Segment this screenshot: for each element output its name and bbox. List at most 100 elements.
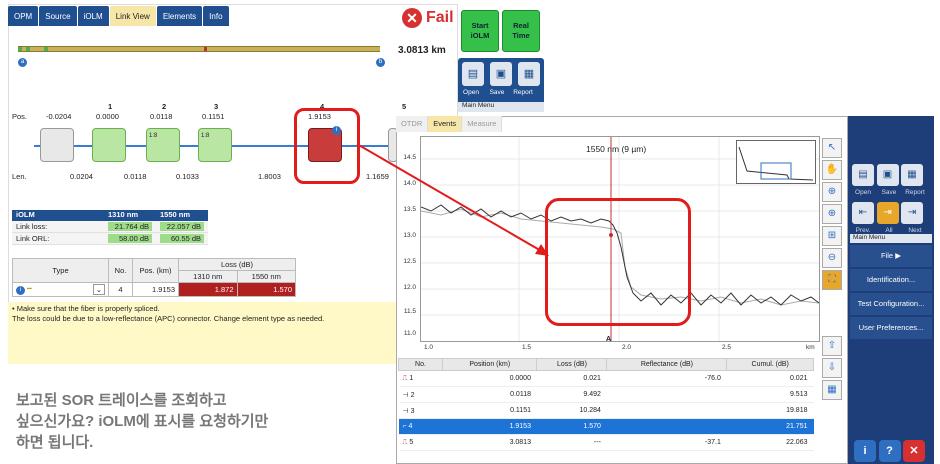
report-icon[interactable]: ▦	[901, 164, 924, 186]
segment-2	[44, 47, 48, 51]
arrow-down-icon[interactable]: ⇩	[822, 358, 842, 378]
menu-file[interactable]: File ▶	[850, 245, 932, 267]
pos-label: Pos.	[12, 112, 28, 121]
marker-a-icon[interactable]: a	[18, 58, 27, 67]
all-label: All	[885, 227, 893, 234]
link-orl-1550: 60.55 dB	[160, 234, 204, 243]
highlight-trace-drop	[545, 198, 691, 326]
launch-event-icon: ⎍	[402, 374, 408, 382]
table-row[interactable]: i ━ ⌄ 4 1.9153 1.872 1.570	[12, 282, 296, 297]
tab-events[interactable]: Events	[428, 116, 463, 132]
tab-elements[interactable]: Elements	[156, 6, 203, 26]
row-no-value: 3	[410, 407, 415, 415]
prev-label: Prev.	[855, 227, 871, 234]
real-time-button[interactable]: Real Time	[502, 10, 540, 52]
segment-fail	[204, 47, 207, 51]
fail-status-text: Fail	[426, 9, 454, 26]
col-pos: Pos. (km)	[132, 258, 179, 283]
row-loss-1550: 1.570	[236, 282, 296, 297]
main-menu-header[interactable]: Main Menu	[850, 234, 932, 243]
link-overview-bar[interactable]	[18, 46, 380, 52]
thumbnail-svg	[738, 146, 814, 181]
chevron-down-icon[interactable]: ⌄	[92, 284, 105, 295]
menu-identification[interactable]: Identification...	[850, 269, 932, 291]
element-splitter-2[interactable]: 1:8	[146, 128, 180, 162]
all-events-icon[interactable]: ⇥	[876, 202, 899, 224]
row-cumul: 9.513	[726, 386, 814, 403]
graph-tools: ↖ ✋ ⊕ ⊕ ⊞ ⊖ ⛶	[822, 138, 844, 292]
splitter-event-icon: ⊣	[402, 407, 409, 415]
splitter-ratio-label: 1:8	[149, 133, 158, 139]
nav-buttons: ⇤ ⇥ ⇥	[848, 196, 934, 224]
save-disk-icon[interactable]: ▣	[876, 164, 899, 186]
table-row[interactable]: ⎍ 5 3.0813 --- -37.1 22.063	[398, 434, 814, 451]
element-splitter-3[interactable]: 1:8	[198, 128, 232, 162]
info-icon[interactable]: i	[854, 440, 876, 462]
tab-source[interactable]: Source	[39, 6, 77, 26]
row-no: ⊣ 2	[398, 386, 443, 403]
next-event-icon[interactable]: ⇥	[901, 202, 924, 224]
table-settings-icon[interactable]: ▦	[822, 380, 842, 400]
element-type-select[interactable]: i ━ ⌄	[12, 282, 109, 297]
start-iolm-button[interactable]: Start iOLM	[461, 10, 499, 52]
row-cumul: 21.751	[726, 418, 814, 435]
prev-event-icon[interactable]: ⇤	[852, 202, 874, 224]
row-cumul: 0.021	[726, 370, 814, 387]
open-folder-icon[interactable]: ▤	[852, 164, 874, 186]
highlight-failed-element	[294, 108, 360, 184]
zoom-fit-icon[interactable]: ⊕	[822, 182, 842, 202]
col-loss-1310: 1310 nm	[178, 270, 238, 283]
trace-overview-thumbnail[interactable]	[736, 140, 816, 184]
zoom-out-icon[interactable]: ⊖	[822, 248, 842, 268]
zoom-in-area-icon[interactable]: ⊞	[822, 226, 842, 246]
report-icon[interactable]: ▦	[518, 62, 540, 86]
tab-link-view[interactable]: Link View	[109, 6, 156, 26]
close-icon[interactable]: ✕	[903, 440, 926, 462]
caption-line-2: 싶으신가요? iOLM에 표시를 요청하기만	[16, 413, 269, 430]
index-5: 5	[402, 102, 407, 111]
tab-otdr[interactable]: OTDR	[396, 116, 429, 132]
table-row[interactable]: ⊣ 3 0.1151 10.284 19.818	[398, 402, 814, 419]
full-view-icon[interactable]: ⛶	[822, 270, 842, 290]
pointer-icon[interactable]: ↖	[822, 138, 842, 158]
report-label: Report	[513, 89, 533, 96]
col-reflectance: Reflectance (dB)	[606, 358, 728, 371]
main-menu-header[interactable]: Main Menu	[458, 102, 544, 112]
y-tick: 12.0	[403, 284, 416, 291]
open-folder-icon[interactable]: ▤	[462, 62, 484, 86]
marker-b-icon[interactable]: b	[376, 58, 385, 67]
x-tick: 2.0	[622, 344, 632, 351]
help-icon[interactable]: ?	[878, 440, 901, 462]
splitter-ratio-label: 1:8	[201, 133, 210, 139]
x-tick: 1.5	[522, 344, 532, 351]
pan-hand-icon[interactable]: ✋	[822, 160, 842, 180]
x-axis-unit: km	[806, 344, 815, 351]
table-row[interactable]: ⎍ 1 0.0000 0.021 -76.0 0.021	[398, 370, 814, 387]
col-type: Type	[12, 258, 109, 283]
note-line-1: • Make sure that the fiber is properly s…	[12, 304, 160, 313]
tab-opm[interactable]: OPM	[8, 6, 39, 26]
tab-info[interactable]: Info	[203, 6, 229, 26]
col-loss: Loss (dB)	[178, 258, 296, 271]
menu-test-configuration[interactable]: Test Configuration...	[850, 293, 932, 315]
element-connector-1[interactable]	[92, 128, 126, 162]
link-loss-label: Link loss:	[16, 222, 48, 231]
link-results-table: iOLM 1310 nm 1550 nm Link loss: 21.764 d…	[12, 210, 208, 245]
length-2: 0.0118	[124, 172, 147, 181]
note-line-2: The loss could be due to a low-reflectan…	[12, 314, 325, 323]
table-row-selected[interactable]: ⌐ 4 1.9153 1.570 21.751	[398, 418, 814, 435]
otdr-tab-bar: OTDR Events Measure	[396, 116, 503, 132]
table-row[interactable]: ⊣ 2 0.0118 9.492 9.513	[398, 386, 814, 403]
row-loss: 0.021	[536, 370, 607, 387]
element-launch[interactable]	[40, 128, 74, 162]
tab-iolm[interactable]: iOLM	[77, 6, 109, 26]
zoom-in-icon[interactable]: ⊕	[822, 204, 842, 224]
caption-line-1: 보고된 SOR 트레이스를 조회하고	[16, 392, 227, 409]
tab-measure[interactable]: Measure	[462, 116, 503, 132]
row-no: ⎍ 1	[398, 370, 443, 387]
arrow-up-icon[interactable]: ⇧	[822, 336, 842, 356]
save-disk-icon[interactable]: ▣	[490, 62, 512, 86]
menu-user-preferences[interactable]: User Preferences...	[850, 317, 932, 339]
save-label: Save	[489, 89, 505, 96]
open-label: Open	[855, 189, 871, 196]
